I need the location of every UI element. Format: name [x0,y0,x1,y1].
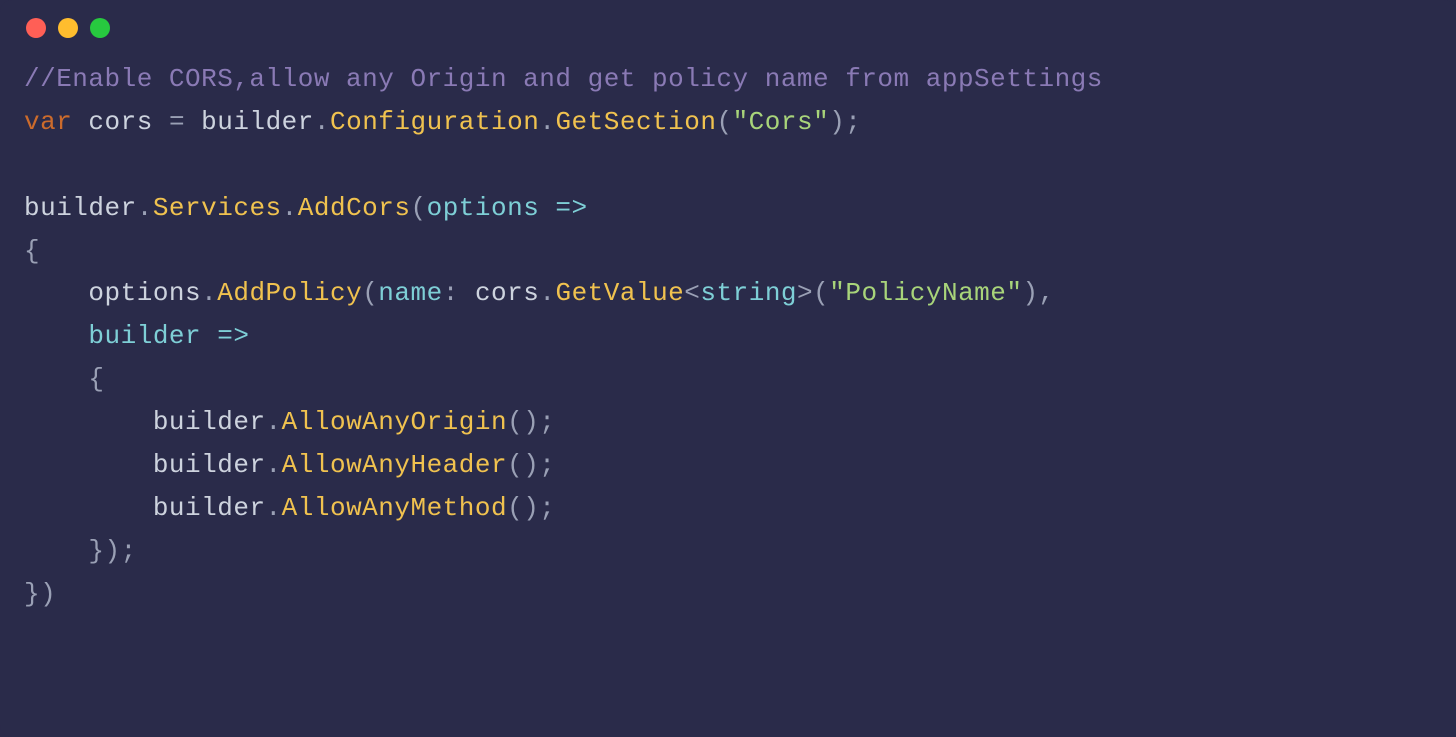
code-indent [24,321,88,351]
code-indent [24,450,153,480]
code-generic-open: < [684,278,700,308]
code-indent [24,536,88,566]
code-param: options [427,193,540,223]
code-param: builder [88,321,201,351]
code-string: "Cors" [733,107,830,137]
code-punct: . [266,450,282,480]
code-punct: }); [88,536,136,566]
code-generic-close: > [797,278,813,308]
code-identifier: cors [475,278,539,308]
window-titlebar [0,18,1456,58]
code-punct: (); [507,450,555,480]
code-method: AllowAnyHeader [282,450,507,480]
code-comment: //Enable CORS,allow any Origin and get p… [24,64,1103,94]
code-arrow: => [201,321,249,351]
code-identifier: options [88,278,201,308]
code-punct: (); [507,407,555,437]
close-icon[interactable] [26,18,46,38]
code-arrow: => [539,193,587,223]
code-punct: }) [24,579,56,609]
code-punct: . [314,107,330,137]
maximize-icon[interactable] [90,18,110,38]
code-punct: . [266,493,282,523]
code-brace: { [24,236,40,266]
code-identifier: builder [153,407,266,437]
code-type: string [700,278,797,308]
code-indent [24,278,88,308]
code-punct: . [539,278,555,308]
code-punct: ( [716,107,732,137]
code-punct: ); [829,107,861,137]
code-indent [24,493,153,523]
code-window: //Enable CORS,allow any Origin and get p… [0,0,1456,737]
code-identifier: builder [24,193,137,223]
code-identifier: builder [153,493,266,523]
code-punct: (); [507,493,555,523]
code-indent [24,407,153,437]
code-method: AllowAnyMethod [282,493,507,523]
code-punct: ( [410,193,426,223]
code-property: Configuration [330,107,539,137]
code-identifier: cors [88,107,152,137]
code-method: GetValue [555,278,684,308]
code-punct: ), [1022,278,1054,308]
code-indent [24,364,88,394]
code-punct: = [153,107,201,137]
code-identifier: builder [201,107,314,137]
minimize-icon[interactable] [58,18,78,38]
code-string: "PolicyName" [829,278,1022,308]
code-punct: ( [813,278,829,308]
code-brace: { [88,364,104,394]
code-method: AddPolicy [217,278,362,308]
code-punct: . [137,193,153,223]
code-punct: . [539,107,555,137]
code-method: GetSection [555,107,716,137]
code-punct: ( [362,278,378,308]
code-property: Services [153,193,282,223]
code-punct: . [266,407,282,437]
code-punct: . [201,278,217,308]
code-method: AllowAnyOrigin [282,407,507,437]
code-punct: . [282,193,298,223]
code-method: AddCors [298,193,411,223]
code-punct: : [443,278,475,308]
code-block: //Enable CORS,allow any Origin and get p… [0,58,1456,616]
code-identifier: builder [153,450,266,480]
code-keyword-var: var [24,107,72,137]
code-named-param: name [378,278,442,308]
